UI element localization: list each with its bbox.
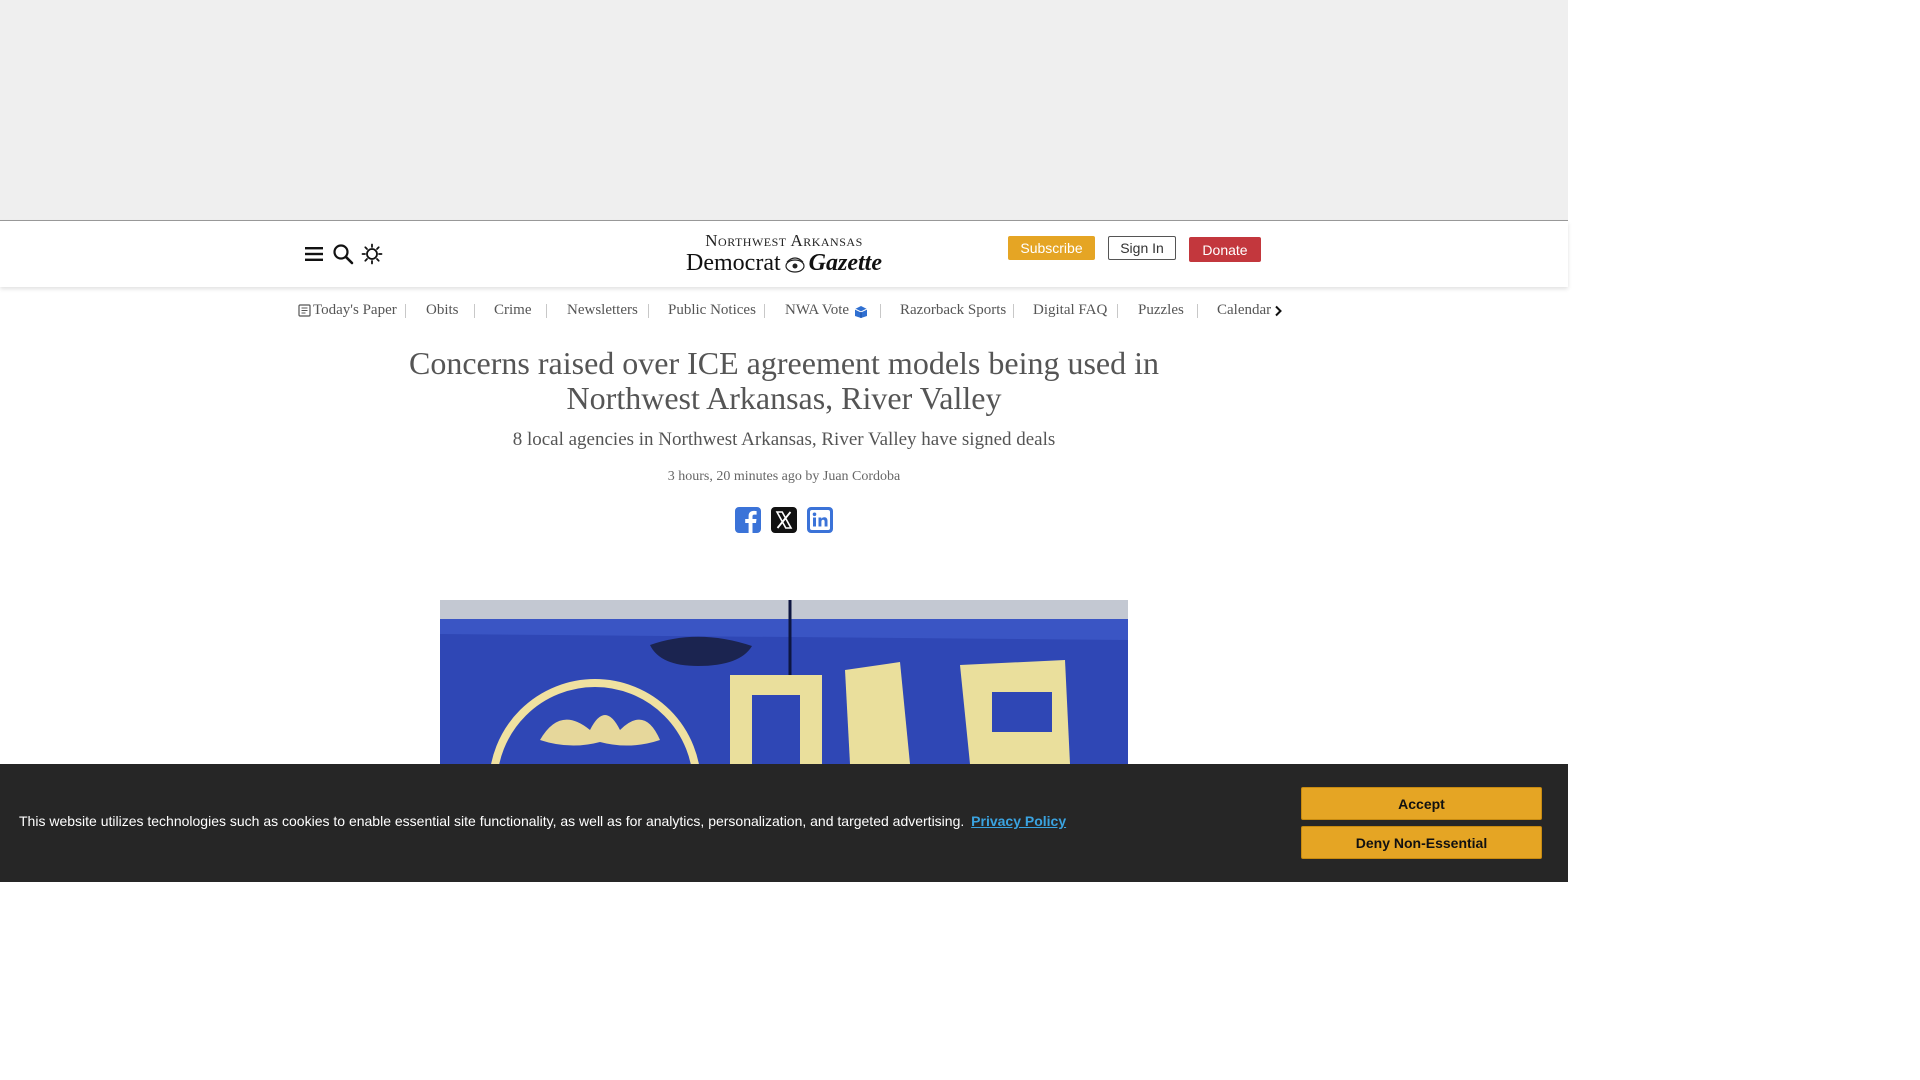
sun-icon[interactable] — [359, 241, 385, 267]
search-icon[interactable] — [330, 241, 356, 267]
logo-line-1: Northwest Arkansas — [705, 231, 863, 250]
nav-item-razorback-sports[interactable]: Razorback Sports — [900, 302, 1006, 319]
nav-item-nwa-vote[interactable]: NWA Vote — [785, 302, 869, 319]
article-headline: Concerns raised over ICE agreement model… — [409, 345, 1159, 416]
cookie-message: This website utilizes technologies such … — [19, 813, 1066, 829]
deny-non-essential-button[interactable]: Deny Non-Essential — [1301, 826, 1542, 859]
nav-divider — [546, 304, 547, 318]
nav-item-calendar[interactable]: Calendar — [1217, 302, 1271, 319]
privacy-policy-link[interactable]: Privacy Policy — [971, 813, 1066, 829]
logo-seal-icon — [784, 254, 806, 273]
nav-item-puzzles[interactable]: Puzzles — [1138, 302, 1184, 319]
nav-divider — [405, 304, 406, 318]
logo-word-gazette: Gazette — [808, 250, 882, 276]
hamburger-icon[interactable] — [301, 241, 327, 267]
cookie-text: This website utilizes technologies such … — [19, 813, 965, 829]
nav-item-newsletters[interactable]: Newsletters — [567, 302, 638, 319]
article-photo — [440, 600, 1128, 764]
nav-divider — [1197, 304, 1198, 318]
article-byline: 3 hours, 20 minutes ago by Juan Cordoba — [667, 469, 901, 484]
nav-divider — [764, 304, 765, 318]
nav-label: Today's Paper — [313, 302, 397, 318]
site-header: Northwest Arkansas Democrat Gazette Subs… — [0, 221, 1568, 287]
article-subhead: 8 local agencies in Northwest Arkansas, … — [512, 429, 1056, 450]
sign-in-button[interactable]: Sign In — [1108, 236, 1176, 260]
logo-word-democrat: Democrat — [686, 250, 781, 276]
section-nav: Today's Paper Obits Crime Newsletters Pu… — [296, 298, 1272, 324]
newspaper-icon — [298, 304, 311, 317]
nav-divider — [1013, 304, 1014, 318]
ballot-box-icon — [854, 305, 868, 318]
advertisement-area — [0, 0, 1568, 221]
nav-divider — [474, 304, 475, 318]
facebook-icon[interactable] — [735, 507, 761, 533]
nav-item-crime[interactable]: Crime — [494, 302, 532, 319]
nav-item-todays-paper[interactable]: Today's Paper — [298, 302, 397, 319]
chevron-right-icon[interactable] — [1270, 303, 1286, 319]
nav-item-public-notices[interactable]: Public Notices — [668, 302, 756, 319]
nav-item-obits[interactable]: Obits — [426, 302, 459, 319]
nav-divider — [1117, 304, 1118, 318]
linkedin-icon[interactable] — [807, 507, 833, 533]
nav-divider — [648, 304, 649, 318]
site-logo[interactable]: Northwest Arkansas Democrat Gazette — [676, 232, 892, 278]
subscribe-button[interactable]: Subscribe — [1008, 236, 1095, 260]
nav-divider — [880, 304, 881, 318]
nav-label: NWA Vote — [785, 302, 850, 318]
donate-button[interactable]: Donate — [1189, 237, 1261, 262]
accept-cookies-button[interactable]: Accept — [1301, 787, 1542, 820]
cookie-banner: This website utilizes technologies such … — [0, 764, 1568, 882]
logo-line-2: Democrat Gazette — [676, 250, 892, 276]
nav-item-digital-faq[interactable]: Digital FAQ — [1033, 302, 1107, 319]
x-icon[interactable] — [771, 507, 797, 533]
